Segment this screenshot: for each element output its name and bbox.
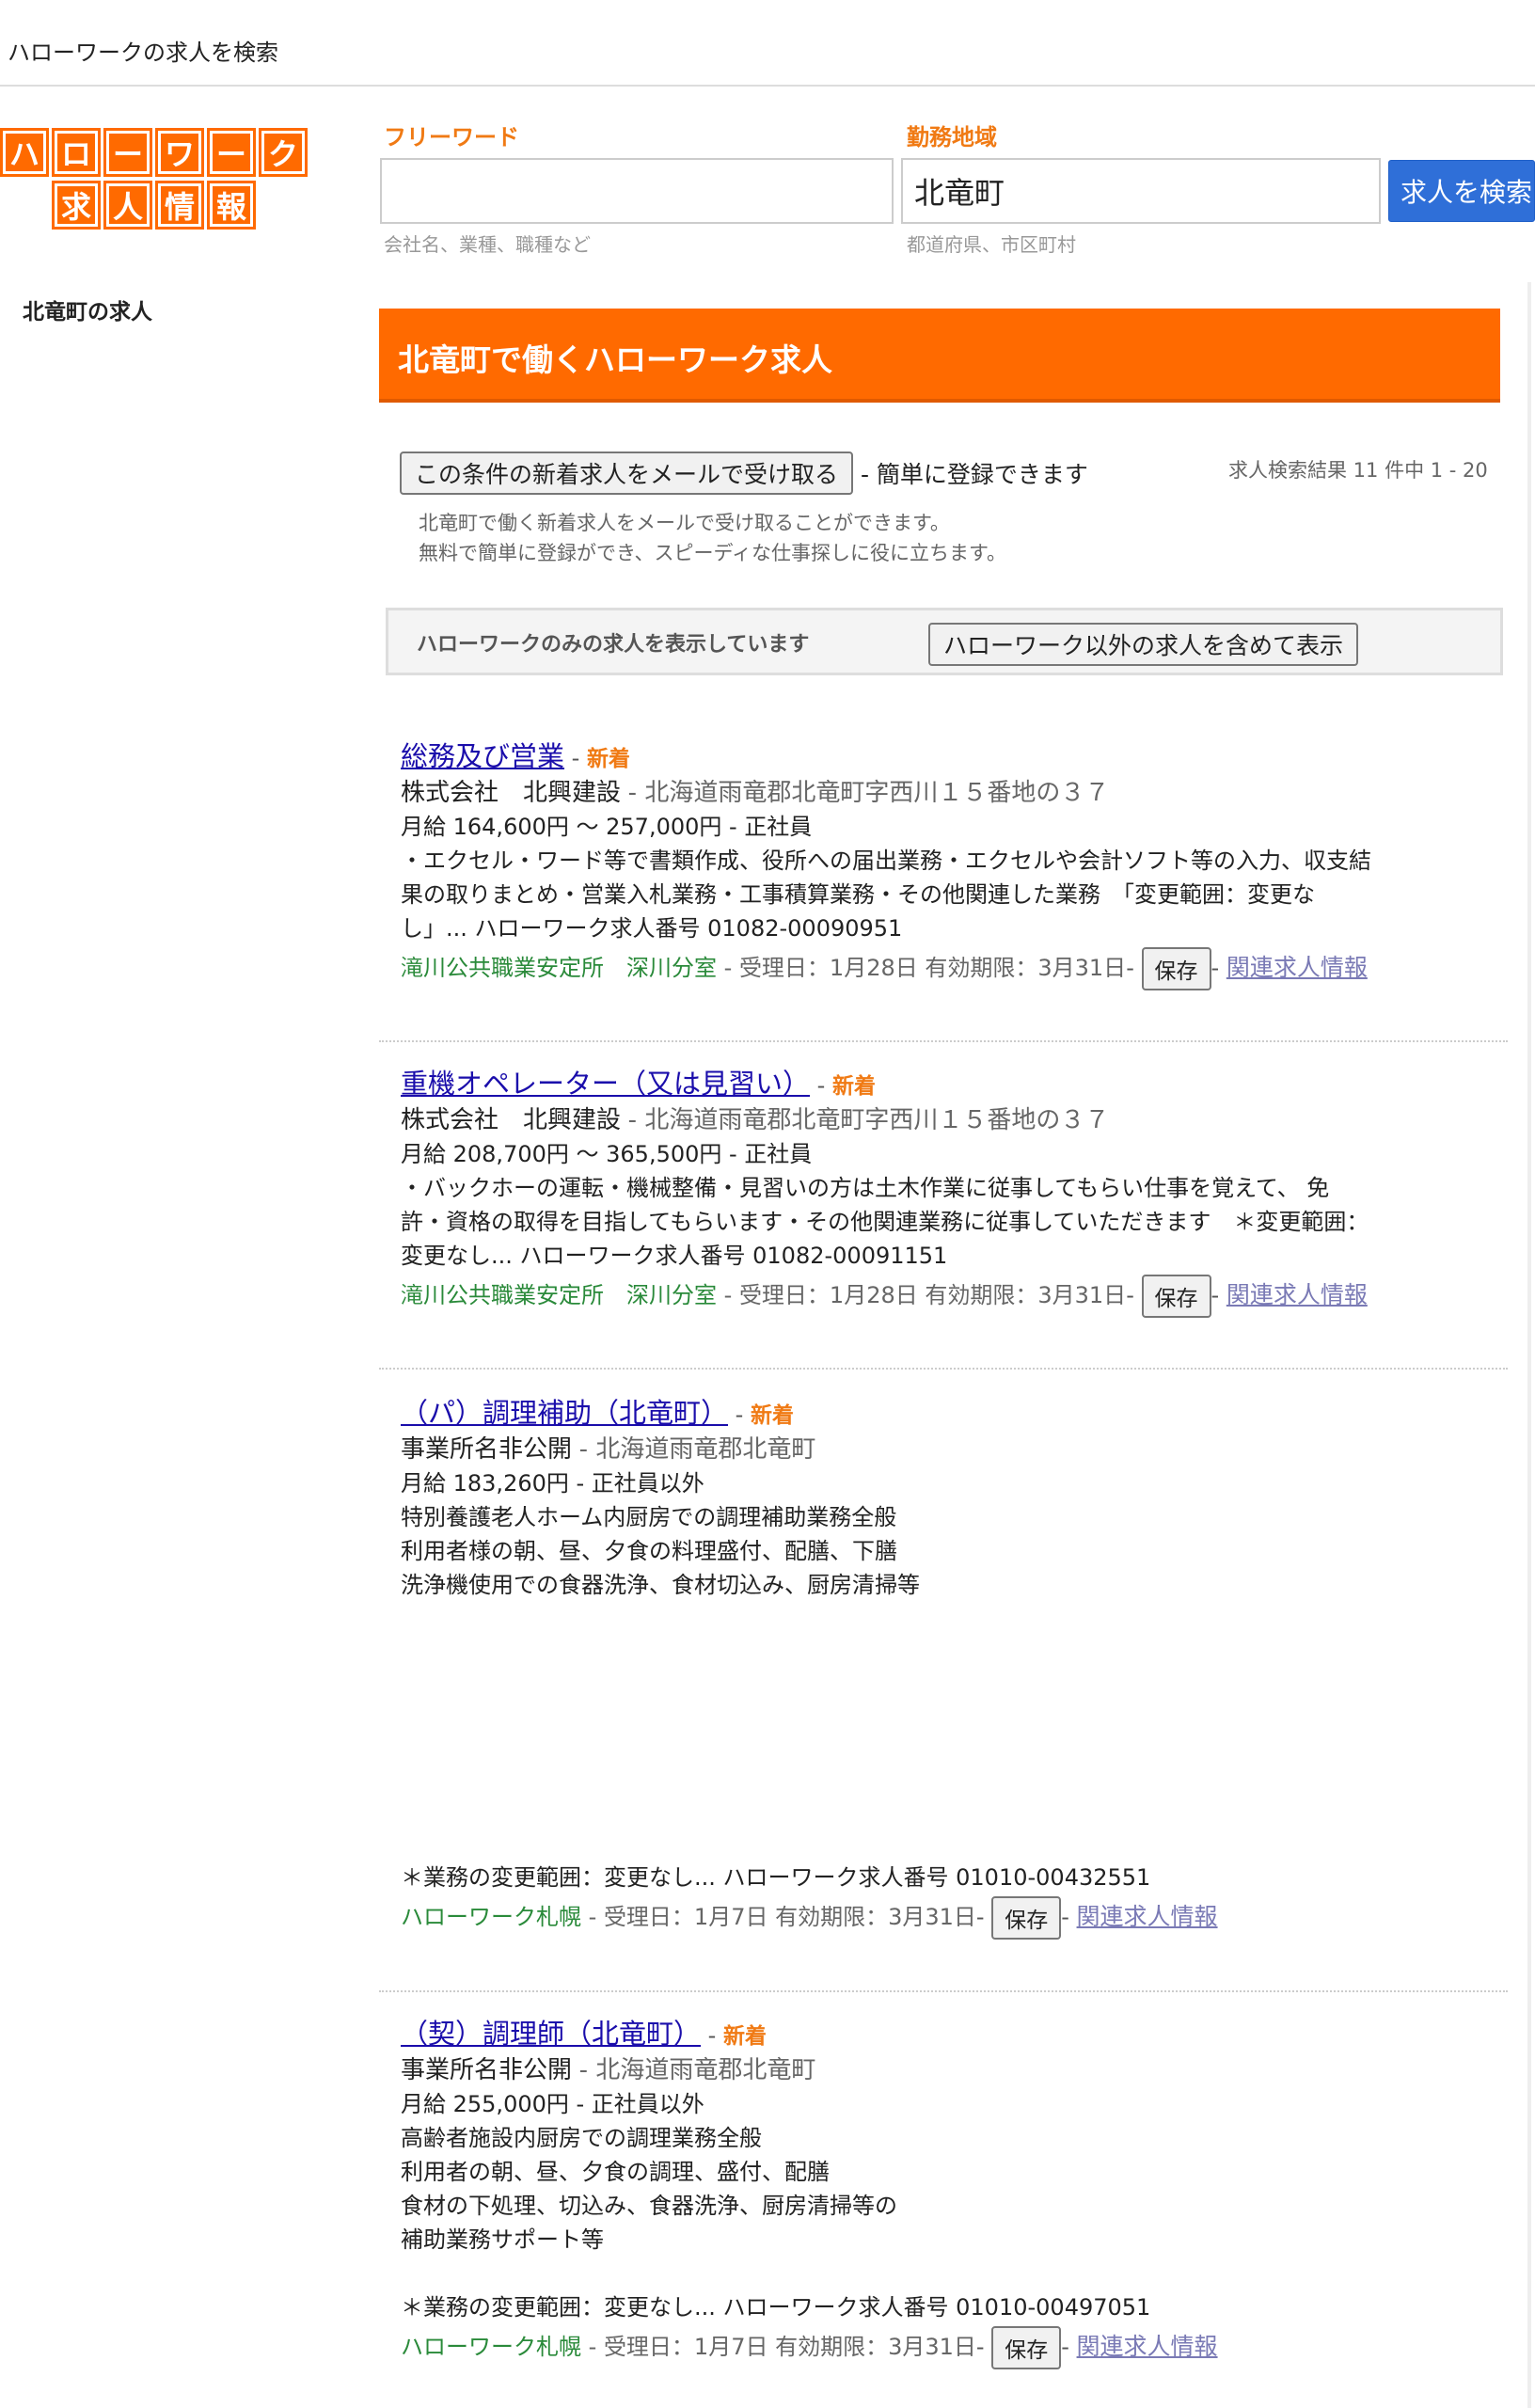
job-desc-line: 食材の下処理、切込み、食器洗浄、厨房清掃等の	[401, 2193, 897, 2219]
keyword-input[interactable]	[380, 158, 894, 224]
related-jobs-link[interactable]: 関連求人情報	[1077, 1903, 1218, 1930]
area-hint: 都道府県、市区町村	[907, 233, 1076, 256]
top-bar: ハローワークの求人を検索	[0, 0, 1535, 87]
job-title-link[interactable]: 総務及び営業	[401, 740, 564, 772]
divider	[379, 1040, 1508, 1042]
job-item-tail: ＊業務の変更範囲：変更なし... ハローワーク求人番号 01010-004325…	[401, 1861, 1482, 1940]
keyword-hint: 会社名、業種、職種など	[384, 233, 591, 256]
job-desc-line: 高齢者施設内厨房での調理業務全般	[401, 2125, 762, 2151]
hellowork-office: ハローワーク札幌	[401, 1904, 581, 1930]
job-dates: 受理日：1月28日 有効期限：3月31日	[738, 955, 1127, 981]
search-button[interactable]: 求人を検索	[1388, 160, 1535, 222]
new-badge: 新着	[750, 1403, 794, 1428]
job-desc-line: ＊業務の変更範囲：変更なし... ハローワーク求人番号 01010-004325…	[401, 1864, 1151, 1891]
logo-tile: ー	[103, 128, 152, 177]
save-button[interactable]: 保存	[991, 2326, 1062, 2369]
banner-title: 北竜町で働くハローワーク求人	[398, 341, 832, 378]
job-title-link[interactable]: 重機オペレーター（又は見習い）	[401, 1068, 810, 1100]
results-banner: 北竜町で働くハローワーク求人	[379, 309, 1500, 403]
result-count: 求人検索結果 11 件中 1 - 20	[1228, 459, 1488, 482]
job-dates: 受理日：1月7日 有効期限：3月31日	[603, 2334, 976, 2360]
hellowork-office: ハローワーク札幌	[401, 2334, 581, 2360]
company-name: 事業所名非公開	[401, 2056, 573, 2084]
logo-tile: 情	[155, 181, 204, 230]
related-jobs-link[interactable]: 関連求人情報	[1226, 1281, 1368, 1308]
scroll-track	[1527, 282, 1531, 2408]
job-item: （契）調理師（北竜町） - 新着 事業所名非公開 - 北海道雨竜郡北竜町 月給 …	[401, 2017, 1482, 2369]
email-alert-row: この条件の新着求人をメールで受け取る - 簡単に登録できます	[400, 452, 1088, 495]
related-jobs-link[interactable]: 関連求人情報	[1226, 954, 1368, 981]
job-desc-line: し」... ハローワーク求人番号 01082-00090951	[401, 915, 903, 942]
company-name: 株式会社 北興建設	[401, 779, 622, 807]
job-desc-line: 特別養護老人ホーム内厨房での調理補助業務全般	[401, 1504, 897, 1530]
salary: 月給 208,700円 〜 365,500円	[401, 1141, 722, 1167]
job-desc-line: 変更なし... ハローワーク求人番号 01082-00091151	[401, 1243, 948, 1269]
area-input[interactable]	[901, 158, 1381, 224]
new-badge: 新着	[722, 2024, 767, 2049]
job-dates: 受理日：1月28日 有効期限：3月31日	[738, 1282, 1127, 1308]
logo-tile: 求	[52, 181, 101, 230]
job-item: （パ）調理補助（北竜町） - 新着 事業所名非公開 - 北海道雨竜郡北竜町 月給…	[401, 1396, 1482, 1602]
logo-tile: ク	[259, 128, 308, 177]
job-address: 北海道雨竜郡北竜町	[595, 1435, 816, 1464]
email-alert-button[interactable]: この条件の新着求人をメールで受け取る	[400, 452, 854, 495]
include-other-jobs-button[interactable]: ハローワーク以外の求人を含めて表示	[928, 623, 1359, 666]
email-alert-desc-line: 無料で簡単に登録ができ、スピーディな仕事探しに役に立ちます。	[419, 542, 1006, 564]
salary: 月給 164,600円 〜 257,000円	[401, 814, 722, 840]
divider	[379, 1368, 1508, 1370]
keyword-label: フリーワード	[384, 124, 519, 150]
job-address: 北海道雨竜郡北竜町字西川１５番地の３７	[644, 1106, 1110, 1134]
company-name: 株式会社 北興建設	[401, 1106, 622, 1134]
job-title-link[interactable]: （契）調理師（北竜町）	[401, 2018, 701, 2050]
filter-box: ハローワークのみの求人を表示しています ハローワーク以外の求人を含めて表示	[386, 608, 1503, 675]
employment-type: 正社員	[744, 814, 813, 840]
save-button[interactable]: 保存	[991, 1896, 1062, 1940]
hellowork-office: 滝川公共職業安定所 深川分室	[401, 1282, 717, 1308]
new-badge: 新着	[586, 747, 630, 771]
email-alert-desc: 北竜町で働く新着求人をメールで受け取ることができます。 無料で簡単に登録ができ、…	[419, 508, 1006, 568]
job-desc-line: 補助業務サポート等	[401, 2226, 604, 2253]
job-item: 総務及び営業 - 新着 株式会社 北興建設 - 北海道雨竜郡北竜町字西川１５番地…	[401, 739, 1482, 990]
logo-tile: 報	[207, 181, 256, 230]
job-desc-line: ・エクセル・ワード等で書類作成、役所への届出業務・エクセルや会計ソフト等の入力、…	[401, 848, 1371, 874]
job-address: 北海道雨竜郡北竜町	[595, 2056, 816, 2084]
logo-tile: ハ	[0, 128, 49, 177]
related-jobs-link[interactable]: 関連求人情報	[1077, 2333, 1218, 2360]
page-title: ハローワークの求人を検索	[8, 40, 278, 66]
job-address: 北海道雨竜郡北竜町字西川１５番地の３７	[644, 779, 1110, 807]
hellowork-office: 滝川公共職業安定所 深川分室	[401, 955, 717, 981]
job-desc-line: 利用者様の朝、昼、夕食の料理盛付、配膳、下膳	[401, 1538, 897, 1564]
job-dates: 受理日：1月7日 有効期限：3月31日	[603, 1904, 976, 1930]
employment-type: 正社員	[744, 1141, 813, 1167]
job-desc-line: ・バックホーの運転・機械整備・見習いの方は土木作業に従事してもらい仕事を覚えて、…	[401, 1175, 1330, 1201]
area-label: 勤務地域	[907, 124, 997, 150]
hellowork-logo[interactable]: ハ ロ ー ワ ー ク 求 人 情 報	[0, 128, 310, 230]
new-badge: 新着	[831, 1074, 876, 1099]
job-desc-line: 果の取りまとめ・営業入札業務・工事積算業務・その他関連した業務 「変更範囲：変更…	[401, 881, 1315, 908]
job-desc-line: 洗浄機使用での食器洗浄、食材切込み、厨房清掃等	[401, 1572, 920, 1598]
employment-type: 正社員以外	[591, 2091, 704, 2117]
email-alert-desc-line: 北竜町で働く新着求人をメールで受け取ることができます。	[419, 512, 950, 534]
employment-type: 正社員以外	[591, 1470, 704, 1497]
job-desc-line: 利用者の朝、昼、夕食の調理、盛付、配膳	[401, 2159, 830, 2185]
logo-tile: 人	[103, 181, 152, 230]
job-title-link[interactable]: （パ）調理補助（北竜町）	[401, 1397, 728, 1429]
salary: 月給 255,000円	[401, 2091, 569, 2117]
logo-tile: ー	[207, 128, 256, 177]
sidebar-title: 北竜町の求人	[23, 300, 152, 325]
logo-tile: ロ	[52, 128, 101, 177]
filter-text: ハローワークのみの求人を表示しています	[417, 633, 810, 657]
logo-tile: ワ	[155, 128, 204, 177]
salary: 月給 183,260円	[401, 1470, 569, 1497]
company-name: 事業所名非公開	[401, 1435, 573, 1464]
job-item: 重機オペレーター（又は見習い） - 新着 株式会社 北興建設 - 北海道雨竜郡北…	[401, 1067, 1482, 1318]
email-alert-suffix: - 簡単に登録できます	[860, 461, 1088, 488]
job-desc-line: ＊業務の変更範囲：変更なし... ハローワーク求人番号 01010-004970…	[401, 2294, 1151, 2321]
job-desc-line: 許・資格の取得を目指してもらいます・その他関連業務に従事していただきます ＊変更…	[401, 1209, 1369, 1235]
divider	[379, 1990, 1508, 1992]
save-button[interactable]: 保存	[1141, 947, 1211, 990]
save-button[interactable]: 保存	[1141, 1275, 1211, 1318]
